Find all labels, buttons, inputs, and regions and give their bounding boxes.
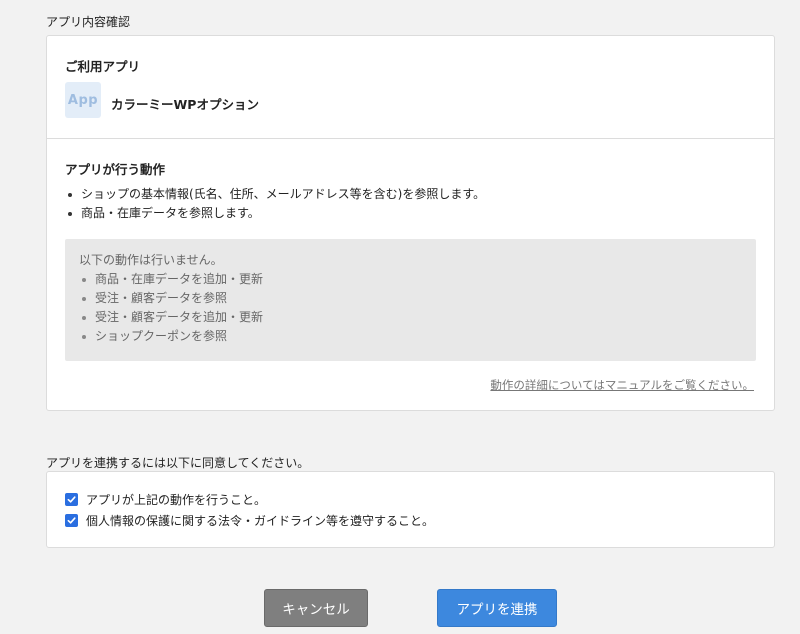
- actions-list: ショップの基本情報(氏名、住所、メールアドレス等を含む)を参照します。 商品・在…: [65, 185, 485, 223]
- consent-check-actions[interactable]: アプリが上記の動作を行うこと。: [65, 491, 266, 508]
- app-icon: App: [65, 82, 101, 118]
- consent-card: アプリが上記の動作を行うこと。 個人情報の保護に関する法令・ガイドライン等を遵守…: [46, 471, 775, 548]
- consent-check-label: アプリが上記の動作を行うこと。: [86, 493, 267, 507]
- checkbox-checked-icon[interactable]: [65, 514, 78, 527]
- app-actions-block: アプリが行う動作 ショップの基本情報(氏名、住所、メールアドレス等を含む)を参照…: [47, 139, 774, 411]
- not-performed-item: 受注・顧客データを追加・更新: [79, 308, 742, 327]
- app-usage-block: ご利用アプリ App カラーミーWPオプション: [47, 36, 774, 139]
- app-section-heading: アプリ内容確認: [46, 15, 131, 29]
- not-performed-box: 以下の動作は行いません。 商品・在庫データを追加・更新 受注・顧客データを参照 …: [65, 239, 756, 361]
- consent-check-label: 個人情報の保護に関する法令・ガイドライン等を遵守すること。: [86, 514, 435, 528]
- app-actions-label: アプリが行う動作: [65, 162, 166, 177]
- not-performed-item: ショップクーポンを参照: [79, 327, 742, 346]
- app-info-card: ご利用アプリ App カラーミーWPオプション アプリが行う動作 ショップの基本…: [46, 35, 775, 411]
- cancel-button[interactable]: キャンセル: [264, 589, 368, 627]
- consent-check-privacy[interactable]: 個人情報の保護に関する法令・ガイドライン等を遵守すること。: [65, 512, 434, 529]
- consent-section-heading: アプリを連携するには以下に同意してください。: [46, 456, 310, 470]
- not-performed-item: 受注・顧客データを参照: [79, 289, 742, 308]
- app-name: カラーミーWPオプション: [111, 97, 259, 112]
- checkbox-checked-icon[interactable]: [65, 493, 78, 506]
- manual-link[interactable]: 動作の詳細についてはマニュアルをご覧ください。: [490, 377, 754, 393]
- not-performed-item: 商品・在庫データを追加・更新: [79, 270, 742, 289]
- action-item: 商品・在庫データを参照します。: [65, 204, 485, 223]
- app-usage-label: ご利用アプリ: [65, 59, 141, 74]
- action-item: ショップの基本情報(氏名、住所、メールアドレス等を含む)を参照します。: [65, 185, 485, 204]
- not-performed-list: 商品・在庫データを追加・更新 受注・顧客データを参照 受注・顧客データを追加・更…: [79, 270, 742, 346]
- app-icon-text: App: [67, 92, 99, 108]
- not-performed-title: 以下の動作は行いません。: [79, 253, 223, 267]
- connect-app-button[interactable]: アプリを連携: [437, 589, 557, 627]
